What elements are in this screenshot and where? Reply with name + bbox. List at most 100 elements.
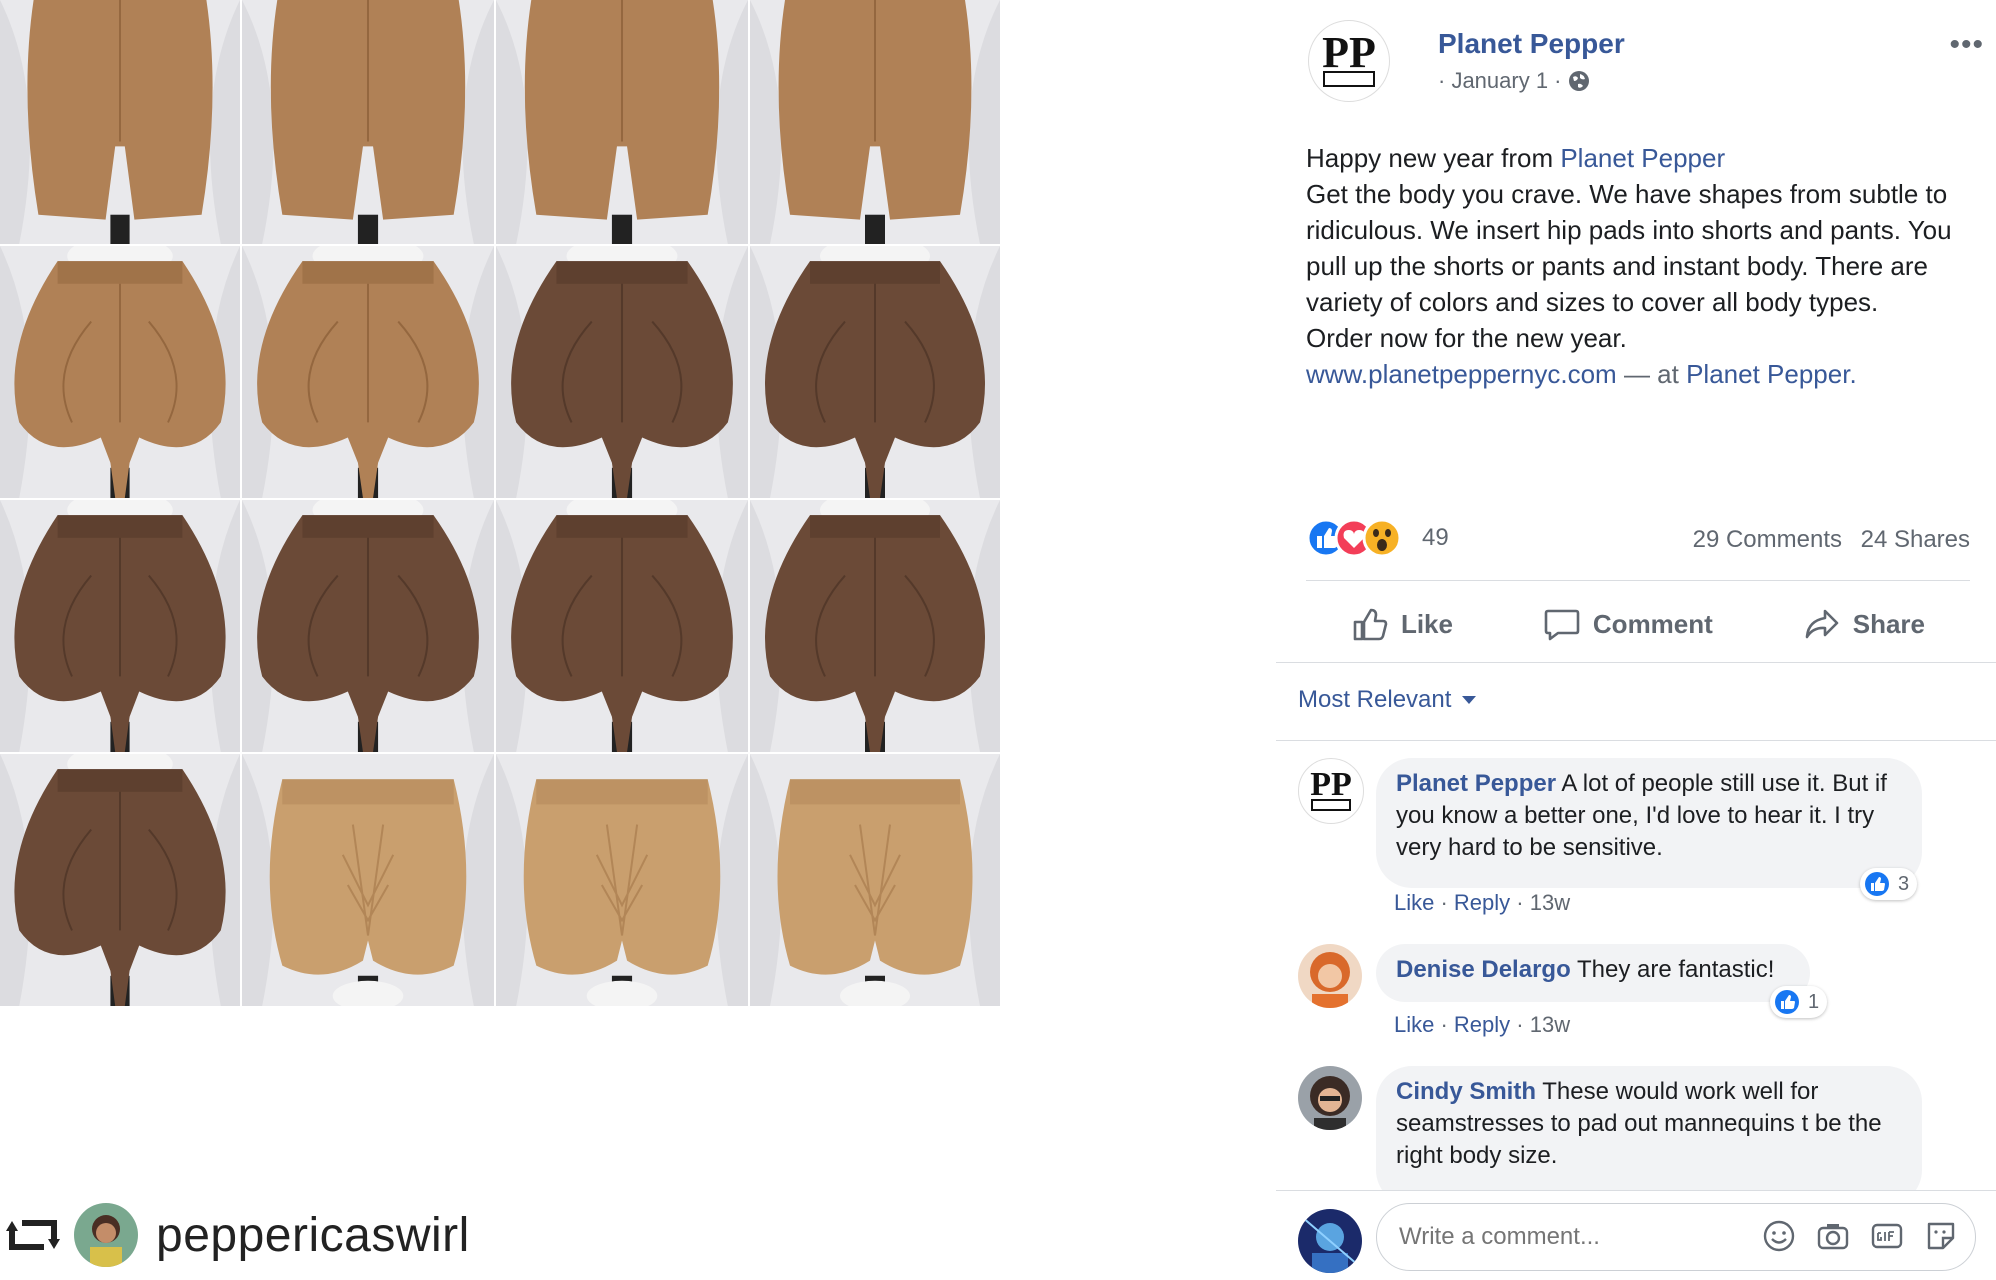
- comment-bubble: Planet Pepper A lot of people still use …: [1376, 758, 1922, 888]
- product-photo[interactable]: [496, 246, 748, 498]
- post-order-line: Order now for the new year.: [1306, 323, 1627, 353]
- comment-reply-link[interactable]: Reply: [1454, 890, 1510, 915]
- comment-time[interactable]: 13w: [1530, 890, 1570, 915]
- like-icon: [1775, 990, 1799, 1014]
- website-link[interactable]: www.planetpeppernyc.com: [1306, 359, 1617, 389]
- comment-reaction-count: 3: [1898, 872, 1910, 895]
- comment-item: Cindy Smith These would work well for se…: [1298, 1066, 1978, 1190]
- globe-icon: [1568, 71, 1589, 91]
- post-line-greeting: Happy new year from Planet Pepper: [1306, 140, 1986, 176]
- comment-bubble: Cindy Smith These would work well for se…: [1376, 1066, 1922, 1190]
- comment-like-link[interactable]: Like: [1394, 890, 1434, 915]
- comment-avatar[interactable]: PP: [1298, 758, 1364, 824]
- comment-reaction-badge[interactable]: 1: [1770, 986, 1828, 1018]
- comment-like-link[interactable]: Like: [1394, 1012, 1434, 1037]
- screenshot: peppericaswirl PP Planet Pepper · Januar…: [0, 0, 1996, 1280]
- product-photo[interactable]: [496, 500, 748, 752]
- location-period: .: [1849, 359, 1857, 389]
- comment-reply-link[interactable]: Reply: [1454, 1012, 1510, 1037]
- repost-avatar: [74, 1203, 138, 1267]
- comment-button[interactable]: Comment: [1543, 605, 1713, 643]
- repost-username[interactable]: peppericaswirl: [156, 1208, 470, 1263]
- my-avatar[interactable]: [1298, 1209, 1362, 1273]
- comment-sort-dropdown[interactable]: Most Relevant: [1298, 686, 1477, 714]
- greeting-text: Happy new year from: [1306, 143, 1561, 173]
- comment-actions: Like · Reply · 13w: [1394, 1012, 1571, 1037]
- wow-icon: [1362, 518, 1402, 558]
- post-paragraph: Get the body you crave. We have shapes f…: [1306, 179, 1952, 317]
- emoji-icon[interactable]: [1762, 1219, 1796, 1253]
- product-photo[interactable]: [242, 500, 494, 752]
- comment-composer: [1276, 1190, 1996, 1280]
- comment-author[interactable]: Cindy Smith: [1396, 1078, 1536, 1105]
- like-icon: [1865, 872, 1889, 896]
- comment-author[interactable]: Denise Delargo: [1396, 956, 1571, 983]
- composer-icons: [1762, 1219, 1958, 1253]
- reaction-count[interactable]: 49: [1422, 524, 1449, 552]
- sticker-icon[interactable]: [1924, 1219, 1958, 1253]
- share-button[interactable]: Share: [1803, 605, 1925, 643]
- post-panel: PP Planet Pepper · January 1 · ••• Happy…: [1276, 0, 1996, 1280]
- comment-icon: [1544, 609, 1580, 641]
- gif-icon[interactable]: [1870, 1219, 1904, 1253]
- camera-icon[interactable]: [1816, 1219, 1850, 1253]
- product-photo[interactable]: [0, 500, 240, 752]
- post-header: PP Planet Pepper · January 1 · •••: [1308, 20, 1988, 110]
- product-photo[interactable]: [0, 754, 240, 1006]
- location-link[interactable]: Planet Pepper: [1686, 359, 1849, 389]
- comment-reaction-count: 1: [1808, 990, 1820, 1013]
- planet-pepper-logo: PP: [1322, 28, 1376, 87]
- post-meta: · January 1 ·: [1438, 68, 1590, 94]
- comment-reaction-badge[interactable]: 3: [1860, 868, 1918, 900]
- photo-grid: [0, 0, 1276, 1280]
- action-bar: Like Comment Share: [1306, 596, 1970, 652]
- comment-label: Comment: [1592, 608, 1713, 639]
- product-photo[interactable]: [242, 246, 494, 498]
- svg-text:PP: PP: [1322, 28, 1376, 77]
- thumbs-up-icon: [1353, 608, 1388, 641]
- more-options-icon[interactable]: •••: [1949, 28, 1984, 62]
- reaction-icons: [1306, 518, 1402, 558]
- product-photo[interactable]: [0, 246, 240, 498]
- comment-text: They are fantastic!: [1570, 956, 1775, 983]
- divider: [1306, 580, 1970, 581]
- comment-actions: Like · Reply · 13w: [1394, 890, 1571, 915]
- caret-down-icon: [1462, 696, 1477, 704]
- post-link-line: www.planetpeppernyc.com — at Planet Pepp…: [1306, 356, 1986, 392]
- divider: [1276, 662, 1996, 663]
- sort-label: Most Relevant: [1298, 686, 1452, 713]
- like-button[interactable]: Like: [1351, 605, 1453, 643]
- reaction-summary[interactable]: 49 29 Comments 24 Shares: [1306, 514, 1970, 564]
- product-photo[interactable]: [750, 754, 1000, 1006]
- comment-author[interactable]: Planet Pepper: [1396, 770, 1556, 797]
- page-name-link[interactable]: Planet Pepper: [1438, 28, 1625, 60]
- comments-count[interactable]: 29 Comments: [1693, 526, 1842, 554]
- product-photo[interactable]: [750, 500, 1000, 752]
- post-date[interactable]: · January 1 ·: [1438, 68, 1562, 94]
- product-photo[interactable]: [750, 246, 1000, 498]
- product-photo[interactable]: [496, 0, 748, 244]
- comment-item: PP Planet Pepper A lot of people still u…: [1298, 758, 1978, 918]
- planet-pepper-logo: PP: [1310, 766, 1352, 811]
- like-label: Like: [1400, 608, 1453, 639]
- divider: [1276, 740, 1996, 741]
- product-photo[interactable]: [496, 754, 748, 1006]
- product-photo[interactable]: [0, 0, 240, 244]
- post-text: Happy new year from Planet Pepper Get th…: [1306, 140, 1986, 392]
- product-photo[interactable]: [750, 0, 1000, 244]
- comment-bubble: Denise Delargo They are fantastic!: [1376, 944, 1810, 1002]
- shares-count[interactable]: 24 Shares: [1861, 526, 1970, 554]
- svg-text:PP: PP: [1310, 766, 1352, 803]
- page-avatar[interactable]: PP: [1308, 20, 1390, 102]
- product-photo[interactable]: [242, 754, 494, 1006]
- comment-time[interactable]: 13w: [1530, 1012, 1570, 1037]
- comment-avatar[interactable]: [1298, 944, 1362, 1008]
- product-photo[interactable]: [242, 0, 494, 244]
- comment-avatar[interactable]: [1298, 1066, 1362, 1130]
- repost-banner: peppericaswirl: [0, 1190, 498, 1280]
- share-label: Share: [1852, 608, 1925, 639]
- repost-icon: [6, 1220, 60, 1250]
- comment-item: Denise Delargo They are fantastic! 1 Lik…: [1298, 944, 1978, 1044]
- at-separator: — at: [1616, 359, 1687, 389]
- tagged-page-link[interactable]: Planet Pepper: [1560, 143, 1725, 173]
